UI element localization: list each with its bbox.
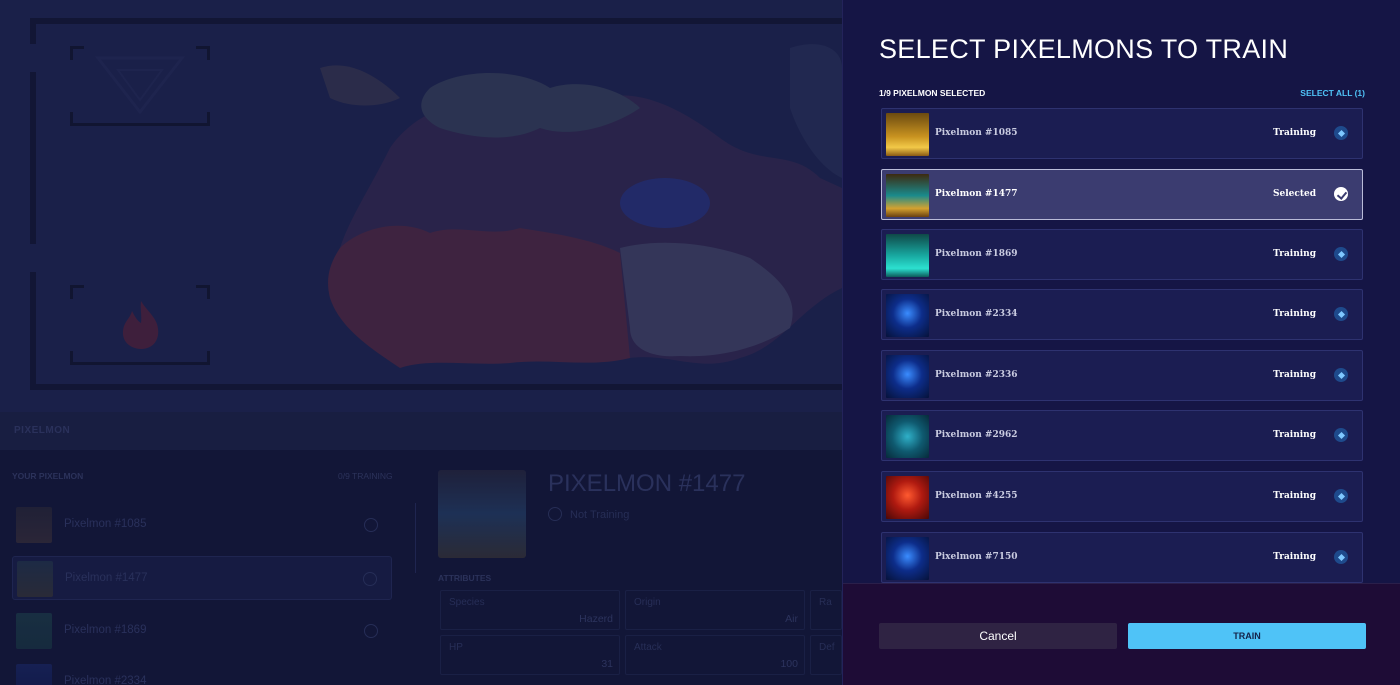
pixelmon-thumbnail (886, 476, 929, 519)
train-button[interactable]: TRAIN (1128, 623, 1366, 649)
pixelmon-thumbnail (886, 415, 929, 458)
pixelmon-name: Pixelmon #4255 (935, 491, 1018, 501)
pixelmon-thumbnail (886, 174, 929, 217)
pixelmon-name: Pixelmon #1869 (935, 249, 1018, 259)
plus-icon[interactable] (1334, 247, 1348, 261)
pixelmon-status: Training (1273, 491, 1316, 501)
pixelmon-thumbnail (886, 113, 929, 156)
plus-icon[interactable] (1334, 307, 1348, 321)
pixelmon-status: Training (1273, 309, 1316, 319)
pixelmon-status: Training (1273, 128, 1316, 138)
pixelmon-status: Training (1273, 430, 1316, 440)
check-icon[interactable] (1334, 187, 1348, 201)
selected-count: 1/9 PIXELMON SELECTED (879, 88, 986, 98)
pixelmon-card[interactable]: Pixelmon #1085 Training (881, 108, 1363, 159)
modal-backdrop[interactable] (0, 0, 842, 685)
pixelmon-thumbnail (886, 355, 929, 398)
pixelmon-card[interactable]: Pixelmon #4255 Training (881, 471, 1363, 522)
pixelmon-thumbnail (886, 294, 929, 337)
pixelmon-card[interactable]: Pixelmon #1869 Training (881, 229, 1363, 280)
plus-icon[interactable] (1334, 428, 1348, 442)
plus-icon[interactable] (1334, 126, 1348, 140)
pixelmon-name: Pixelmon #2962 (935, 430, 1018, 440)
pixelmon-card[interactable]: Pixelmon #2334 Training (881, 289, 1363, 340)
pixelmon-name: Pixelmon #1085 (935, 128, 1018, 138)
pixelmon-status: Training (1273, 552, 1316, 562)
pixelmon-card[interactable]: Pixelmon #7150 Training (881, 532, 1363, 583)
pixelmon-status: Selected (1272, 189, 1316, 199)
pixelmon-thumbnail (886, 234, 929, 277)
pixelmon-card[interactable]: Pixelmon #1477 Selected (881, 169, 1363, 220)
pixelmon-card[interactable]: Pixelmon #2962 Training (881, 410, 1363, 461)
pixelmon-name: Pixelmon #1477 (935, 189, 1018, 199)
pixelmon-status: Training (1273, 249, 1316, 259)
select-all-link[interactable]: SELECT ALL (1) (1300, 88, 1365, 98)
plus-icon[interactable] (1334, 368, 1348, 382)
pixelmon-card[interactable]: Pixelmon #2336 Training (881, 350, 1363, 401)
pixelmon-name: Pixelmon #2334 (935, 309, 1018, 319)
plus-icon[interactable] (1334, 550, 1348, 564)
cancel-button[interactable]: Cancel (879, 623, 1117, 649)
pixelmon-name: Pixelmon #2336 (935, 370, 1018, 380)
modal-title: SELECT PIXELMONS TO TRAIN (879, 34, 1289, 64)
pixelmon-name: Pixelmon #7150 (935, 552, 1018, 562)
modal-footer: Cancel TRAIN (843, 583, 1400, 685)
plus-icon[interactable] (1334, 489, 1348, 503)
pixelmon-status: Training (1273, 370, 1316, 380)
pixelmon-thumbnail (886, 537, 929, 580)
train-modal: SELECT PIXELMONS TO TRAIN 1/9 PIXELMON S… (842, 0, 1400, 685)
